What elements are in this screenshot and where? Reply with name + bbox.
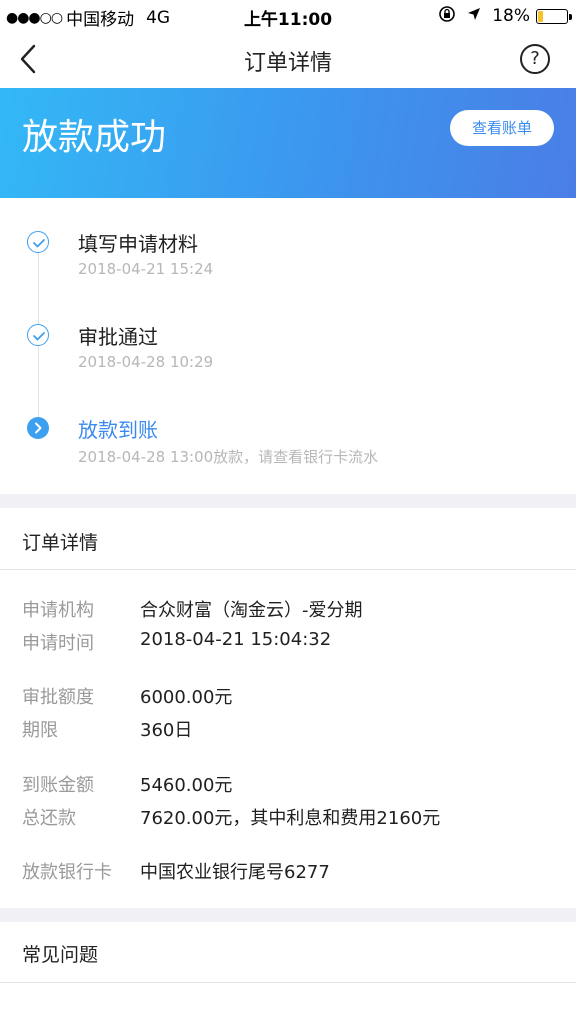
timeline-step-title: 审批通过 [78, 325, 158, 349]
detail-label: 总还款 [22, 808, 76, 829]
status-banner: 放款成功 查看账单 [0, 88, 576, 198]
faq-section: 常见问题 [0, 922, 576, 1024]
divider [0, 569, 576, 570]
battery-fill [538, 10, 544, 22]
detail-label: 放款银行卡 [22, 862, 112, 883]
detail-value: 7620.00元，其中利息和费用2160元 [140, 808, 441, 829]
chevron-right-circle-icon [27, 417, 49, 439]
section-divider [0, 908, 576, 922]
detail-value: 中国农业银行尾号6277 [140, 862, 330, 883]
timeline-step-time: 2018-04-28 13:00放款，请查看银行卡流水 [78, 448, 379, 466]
faq-link[interactable]: 常见问题 [22, 940, 98, 967]
detail-label: 审批额度 [22, 687, 94, 708]
detail-row: 申请时间 2018-04-21 15:04:32 [0, 629, 576, 659]
detail-label: 申请机构 [22, 600, 94, 621]
battery-percent: 18% [492, 6, 530, 26]
back-button[interactable] [14, 42, 48, 76]
battery-tip [569, 13, 572, 20]
timeline-step-title: 放款到账 [78, 418, 158, 442]
view-bill-button[interactable]: 查看账单 [450, 110, 554, 146]
battery-icon [536, 8, 572, 24]
detail-row: 总还款 7620.00元，其中利息和费用2160元 [0, 804, 576, 834]
order-details-card: 订单详情 申请机构 合众财富（淘金云）-爱分期 申请时间 2018-04-21 … [0, 508, 576, 908]
progress-timeline: 填写申请材料 2018-04-21 15:24 审批通过 2018-04-28 … [0, 198, 576, 494]
detail-value: 360日 [140, 720, 193, 741]
timeline-step-time: 2018-04-28 10:29 [78, 353, 214, 371]
timeline-step: 填写申请材料 2018-04-21 15:24 [0, 228, 576, 308]
timeline-step-time: 2018-04-21 15:24 [78, 260, 214, 278]
detail-label: 期限 [22, 720, 58, 741]
chevron-left-icon [20, 44, 36, 74]
detail-row: 审批额度 6000.00元 [0, 683, 576, 713]
timeline-step: 放款到账 2018-04-28 13:00放款，请查看银行卡流水 [0, 414, 576, 494]
loan-status-title: 放款成功 [22, 117, 167, 158]
detail-row: 期限 360日 [0, 716, 576, 746]
status-bar: ●●●○○ 中国移动 4G 上午11:00 18% [0, 0, 576, 30]
section-heading: 订单详情 [22, 532, 99, 554]
help-button[interactable]: ? [520, 44, 550, 74]
navigation-bar: 订单详情 ? [0, 30, 576, 88]
timeline-step-title: 填写申请材料 [78, 232, 198, 256]
check-circle-icon [27, 324, 49, 346]
detail-value: 5460.00元 [140, 775, 233, 796]
detail-row: 申请机构 合众财富（淘金云）-爱分期 [0, 596, 576, 626]
detail-row: 到账金额 5460.00元 [0, 771, 576, 801]
detail-label: 到账金额 [22, 775, 94, 796]
rotation-lock-icon [438, 5, 456, 27]
section-divider [0, 494, 576, 508]
detail-label: 申请时间 [22, 633, 94, 654]
check-circle-icon [27, 231, 49, 253]
detail-value: 合众财富（淘金云）-爱分期 [140, 600, 363, 621]
timeline-step: 审批通过 2018-04-28 10:29 [0, 321, 576, 401]
status-right: 18% [438, 5, 572, 27]
divider [0, 982, 576, 983]
location-arrow-icon [466, 6, 482, 26]
detail-row: 放款银行卡 中国农业银行尾号6277 [0, 858, 576, 888]
page-title: 订单详情 [243, 51, 332, 76]
detail-value: 2018-04-21 15:04:32 [140, 629, 332, 650]
detail-value: 6000.00元 [140, 687, 233, 708]
